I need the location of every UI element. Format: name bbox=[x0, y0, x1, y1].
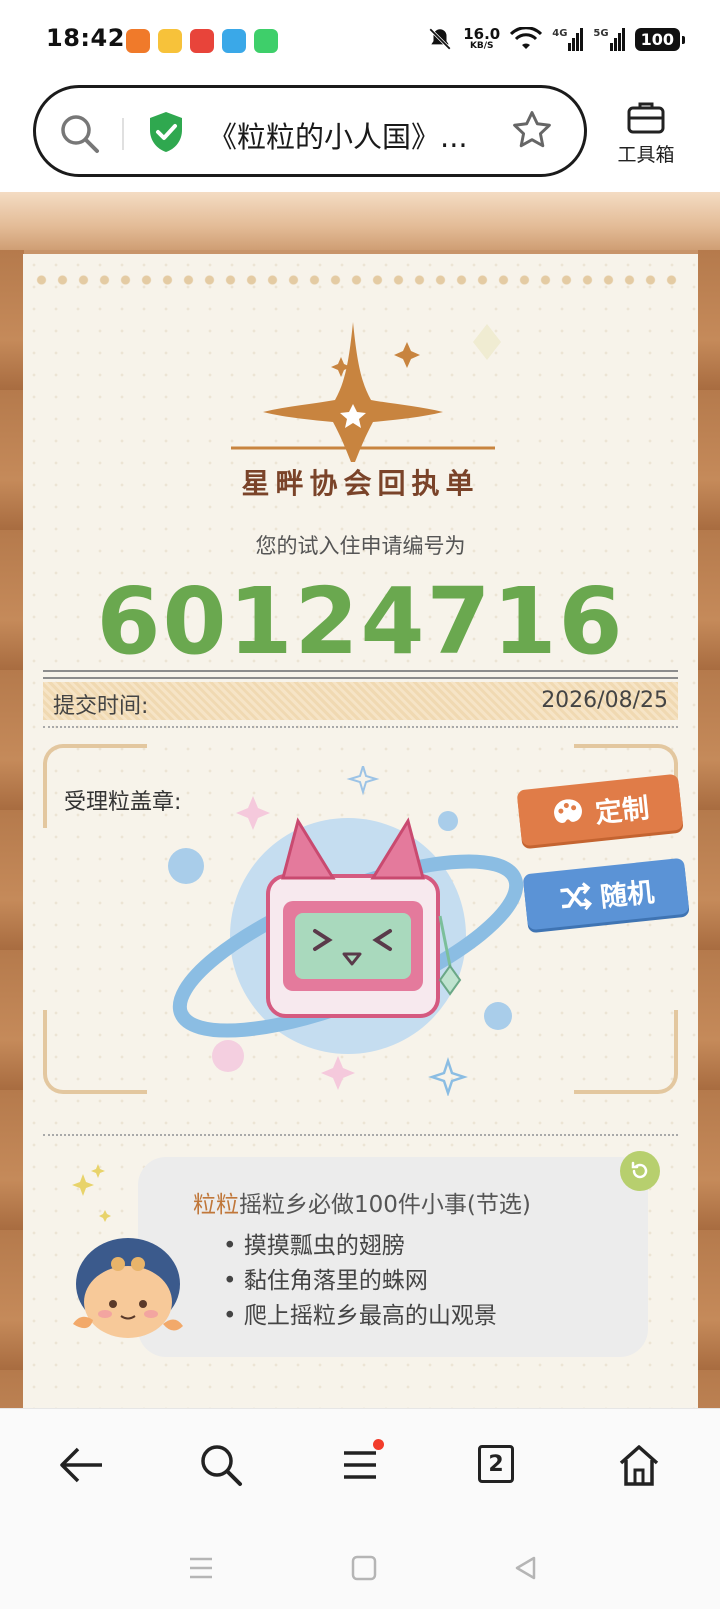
refresh-icon bbox=[631, 1161, 648, 1179]
net-speed: 16.0 KB/S bbox=[463, 25, 501, 51]
mascot-character bbox=[72, 1164, 183, 1338]
palette-icon bbox=[554, 799, 582, 823]
star-harbor-logo bbox=[231, 322, 501, 462]
refresh-button[interactable] bbox=[620, 1151, 660, 1191]
shuffle-icon bbox=[560, 882, 593, 911]
page-title[interactable]: 《粒粒的小人国》... bbox=[208, 114, 468, 156]
menu-icon bbox=[344, 1451, 376, 1479]
list-item: 黏住角落里的蛛网 bbox=[223, 1264, 497, 1299]
logo-text: 星畔协会回执单 bbox=[241, 467, 480, 500]
browser-bottom-nav: 2 bbox=[0, 1408, 720, 1529]
tabs-button[interactable]: 2 bbox=[472, 1437, 528, 1493]
list-item: 爬上摇粒乡最高的山观景 bbox=[223, 1299, 497, 1334]
red-app-icon bbox=[190, 29, 214, 53]
todo-title: 粒粒摇粒乡必做100件小事(节选) bbox=[193, 1185, 531, 1219]
status-right-cluster: 16.0 KB/S 4G 5G 100 bbox=[427, 25, 686, 52]
apply-number-label: 您的试入住申请编号为 bbox=[255, 534, 466, 558]
perforation-dots bbox=[31, 275, 686, 285]
battery-indicator: 100 bbox=[634, 27, 686, 51]
back-button[interactable] bbox=[54, 1437, 110, 1493]
menu-button[interactable] bbox=[332, 1437, 388, 1493]
tabs-icon: 2 bbox=[478, 1445, 514, 1483]
apply-number: 60124716 bbox=[96, 568, 625, 675]
tv-mascot-stamp bbox=[168, 766, 524, 1096]
square-home-icon bbox=[351, 1555, 377, 1581]
signal-5g-icon: 5G bbox=[593, 27, 625, 51]
frame-corner bbox=[43, 1010, 147, 1094]
triangle-back-icon bbox=[515, 1556, 536, 1580]
search-icon[interactable] bbox=[58, 112, 102, 156]
submit-time-label: 提交时间: bbox=[53, 694, 149, 719]
random-button-label: 随机 bbox=[598, 876, 656, 914]
mute-bell-icon bbox=[429, 28, 452, 50]
submit-time-row: 提交时间: 2026/08/25 bbox=[43, 682, 678, 720]
search-icon bbox=[201, 1445, 242, 1486]
wood-shelf-right bbox=[698, 250, 720, 1408]
back-system-button[interactable] bbox=[508, 1550, 544, 1586]
orange-app-icon bbox=[126, 29, 150, 53]
weibo-icon bbox=[158, 29, 182, 53]
frame-corner bbox=[574, 1010, 678, 1094]
dotted-rule bbox=[43, 726, 678, 728]
back-arrow-icon bbox=[60, 1447, 102, 1483]
address-bar[interactable]: 《粒粒的小人国》... bbox=[33, 85, 587, 177]
notification-icons bbox=[126, 29, 278, 53]
double-rule bbox=[43, 670, 678, 679]
bookmark-star-icon[interactable] bbox=[510, 108, 554, 152]
status-time: 18:42 bbox=[46, 24, 125, 52]
telegram-icon bbox=[222, 29, 246, 53]
receipt-paper: 星畔协会回执单 您的试入住申请编号为 60124716 提交时间: 2026/0… bbox=[23, 254, 698, 1408]
todo-title-highlight: 粒粒 bbox=[193, 1192, 239, 1218]
home-system-button[interactable] bbox=[346, 1550, 382, 1586]
web-content: 星畔协会回执单 您的试入住申请编号为 60124716 提交时间: 2026/0… bbox=[0, 192, 720, 1408]
green-message-icon bbox=[254, 29, 278, 53]
wood-shelf-left bbox=[0, 250, 24, 1408]
system-nav-bar bbox=[0, 1528, 720, 1609]
custom-button-label: 定制 bbox=[593, 792, 651, 829]
recents-icon bbox=[190, 1557, 212, 1579]
security-shield-icon[interactable] bbox=[146, 110, 186, 154]
search-button[interactable] bbox=[193, 1437, 249, 1493]
address-separator bbox=[122, 118, 124, 150]
recents-button[interactable] bbox=[183, 1550, 219, 1586]
home-icon bbox=[619, 1445, 659, 1486]
signal-4g-icon: 4G bbox=[552, 27, 584, 51]
wood-shelf-top bbox=[0, 192, 720, 250]
toolbox-icon bbox=[627, 102, 665, 134]
list-item: 摸摸瓢虫的翅膀 bbox=[223, 1229, 497, 1264]
todo-list: 摸摸瓢虫的翅膀 黏住角落里的蛛网 爬上摇粒乡最高的山观景 bbox=[223, 1229, 497, 1334]
dotted-rule bbox=[43, 1134, 678, 1136]
notification-dot bbox=[373, 1439, 384, 1450]
todo-card: 粒粒摇粒乡必做100件小事(节选) 摸摸瓢虫的翅膀 黏住角落里的蛛网 爬上摇粒乡… bbox=[138, 1157, 648, 1357]
toolbox-button[interactable]: 工具箱 bbox=[605, 100, 687, 167]
status-bar: 18:42 16.0 KB/S 4G 5G 100 bbox=[0, 0, 720, 84]
todo-title-rest: 摇粒乡必做100件小事(节选) bbox=[239, 1192, 531, 1218]
home-button[interactable] bbox=[611, 1437, 667, 1493]
submit-date: 2026/08/25 bbox=[541, 688, 668, 713]
wifi-icon bbox=[510, 27, 543, 49]
toolbox-label: 工具箱 bbox=[617, 144, 675, 166]
